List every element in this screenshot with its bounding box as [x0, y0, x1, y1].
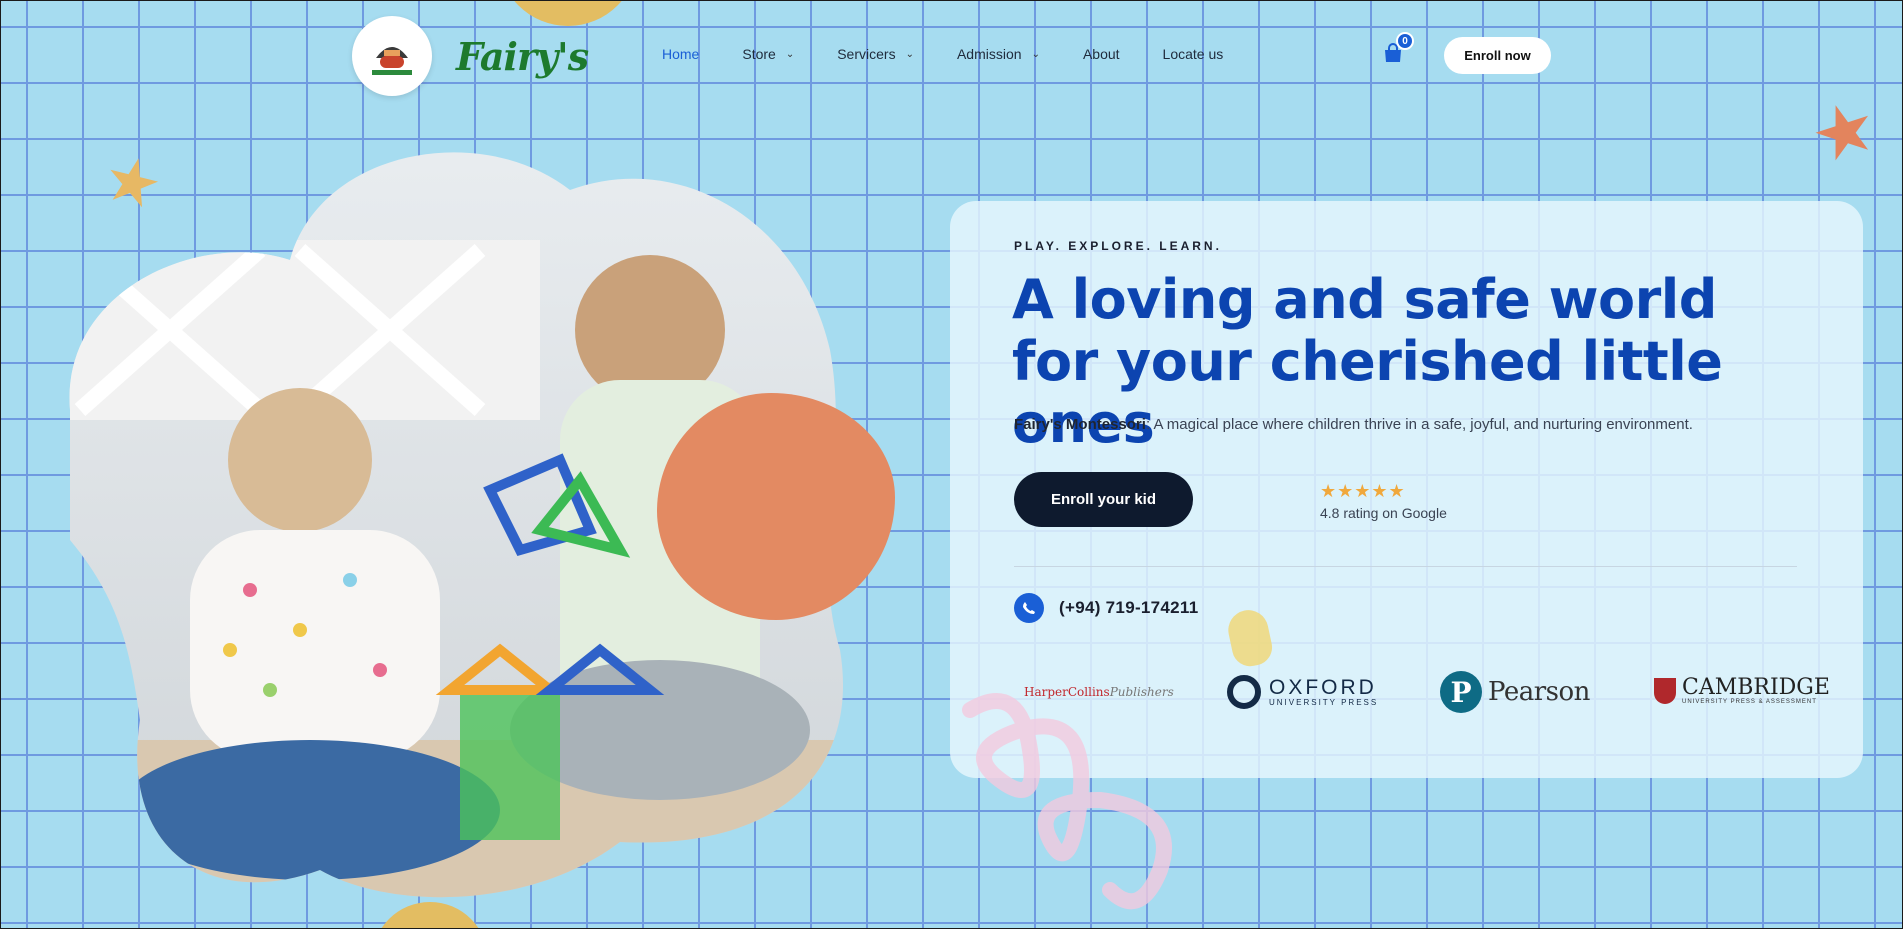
chevron-down-icon: ⌄: [1031, 48, 1040, 60]
nav-item-home[interactable]: Home: [662, 46, 699, 62]
oxford-circle-icon: [1227, 675, 1261, 709]
phone-number-link[interactable]: (+94) 719-174211: [1059, 598, 1199, 618]
nav-label: Servicers: [837, 46, 896, 62]
cart-button[interactable]: 0: [1382, 32, 1414, 66]
brand-wordmark[interactable]: Fairy's: [456, 34, 589, 79]
nav-item-about[interactable]: About: [1083, 46, 1120, 62]
pearson-logo[interactable]: P Pearson: [1440, 671, 1590, 713]
nav-label: Admission: [956, 46, 1022, 62]
cambridge-sub: UNIVERSITY PRESS & ASSESSMENT: [1682, 699, 1817, 705]
oxford-name: OXFORD: [1269, 675, 1377, 699]
enroll-now-button[interactable]: Enroll now: [1444, 37, 1551, 74]
nav-item-admission[interactable]: Admission ⌄: [957, 46, 1040, 62]
nav-label: About: [1082, 46, 1120, 62]
divider: [1014, 566, 1797, 567]
nav-label: Home: [662, 46, 700, 62]
phone-icon[interactable]: [1014, 593, 1044, 623]
chevron-down-icon: ⌄: [785, 48, 795, 60]
cart-count-badge: 0: [1396, 32, 1414, 50]
nav-item-servicers[interactable]: Servicers ⌄: [837, 46, 914, 62]
enroll-your-kid-button[interactable]: Enroll your kid: [1014, 472, 1193, 527]
cambridge-shield-icon: [1654, 678, 1676, 704]
cambridge-name: CAMBRIDGE: [1682, 675, 1830, 700]
nav-label: Store: [742, 46, 776, 62]
site-logo[interactable]: [352, 16, 432, 96]
chevron-down-icon: ⌄: [905, 48, 914, 60]
cambridge-logo[interactable]: CAMBRIDGE UNIVERSITY PRESS & ASSESSMENT: [1654, 677, 1830, 705]
nav-label: Locate us: [1162, 46, 1224, 62]
nav-item-store[interactable]: Store ⌄: [742, 46, 794, 62]
phone-glyph-icon: [1023, 602, 1035, 614]
hero-subline: Fairy's Montessori: A magical place wher…: [1014, 416, 1693, 433]
oxford-sub: UNIVERSITY PRESS: [1269, 697, 1379, 707]
sub-brand: Fairy's Montessori: [1014, 416, 1146, 433]
site-header: Fairy's Home Store ⌄ Servicers ⌄ Admission…: [0, 0, 1903, 112]
main-nav: Home Store ⌄ Servicers ⌄ Admission ⌄ About …: [662, 46, 1266, 62]
rating-stars-icon: ★★★★★: [1320, 481, 1406, 501]
pearson-name: Pearson: [1488, 677, 1590, 707]
nav-item-locate-us[interactable]: Locate us: [1163, 46, 1224, 62]
sub-text: : A magical place where children thrive …: [1145, 416, 1693, 433]
oxford-logo[interactable]: OXFORD UNIVERSITY PRESS: [1227, 675, 1378, 709]
squiggle-decoration-icon: [962, 693, 1172, 910]
logo-emblem-icon: [372, 47, 412, 75]
hero-eyebrow: PLAY. EXPLORE. LEARN.: [1014, 239, 1222, 253]
rating-text: 4.8 rating on Google: [1320, 505, 1447, 521]
pearson-mark-icon: P: [1440, 671, 1482, 713]
